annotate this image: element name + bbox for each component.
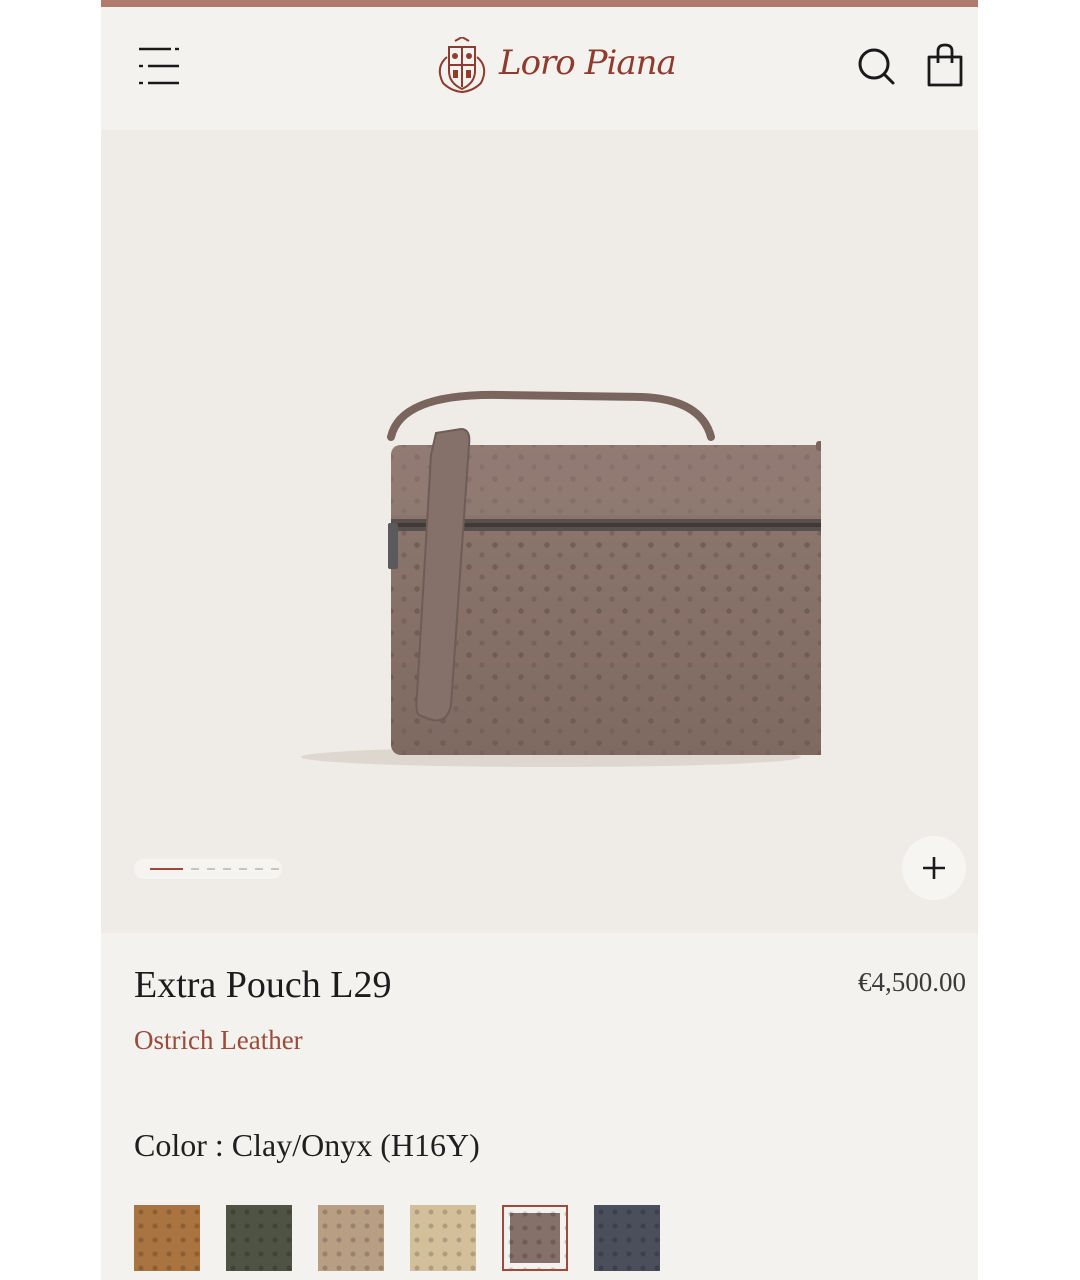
- color-swatch[interactable]: [318, 1205, 384, 1271]
- menu-button[interactable]: [131, 39, 187, 95]
- color-swatch-selected[interactable]: [502, 1205, 568, 1271]
- pager-dot[interactable]: [239, 868, 247, 870]
- color-swatch[interactable]: [410, 1205, 476, 1271]
- top-accent-bar: [101, 0, 978, 7]
- brand-logo[interactable]: Loro Piana: [431, 35, 677, 97]
- shopping-bag-button[interactable]: [921, 41, 969, 91]
- product-gallery[interactable]: [101, 130, 978, 933]
- pager-active-indicator: [150, 868, 183, 870]
- product-material[interactable]: Ostrich Leather: [134, 1025, 303, 1056]
- image-pager[interactable]: [134, 859, 282, 879]
- pager-dot[interactable]: [271, 868, 279, 870]
- product-info: Extra Pouch L29 €4,500.00 Ostrich Leathe…: [101, 933, 978, 1280]
- search-button[interactable]: [853, 43, 901, 91]
- zoom-button[interactable]: [902, 836, 966, 900]
- pager-dot[interactable]: [191, 868, 199, 870]
- product-price: €4,500.00: [858, 967, 966, 997]
- product-page: Loro Piana Extra Pouch L29 €4,500.00 Ost…: [101, 0, 978, 1280]
- search-icon: [858, 48, 895, 85]
- menu-icon: [139, 47, 179, 85]
- crest-icon: [438, 35, 486, 94]
- color-swatch[interactable]: [594, 1205, 660, 1271]
- pager-dot[interactable]: [223, 868, 231, 870]
- pager-dot[interactable]: [255, 868, 263, 870]
- brand-wordmark: Loro Piana: [499, 43, 677, 83]
- product-image: [301, 390, 821, 767]
- product-title: Extra Pouch L29: [134, 964, 392, 1006]
- pager-dot[interactable]: [207, 868, 215, 870]
- site-header: Loro Piana: [101, 7, 978, 130]
- plus-icon: [923, 857, 945, 879]
- selected-color-label: Color : Clay/Onyx (H16Y): [134, 1127, 480, 1163]
- shopping-bag-icon: [927, 43, 963, 87]
- color-swatch[interactable]: [134, 1205, 200, 1271]
- color-swatches: [134, 1205, 694, 1271]
- color-swatch[interactable]: [226, 1205, 292, 1271]
